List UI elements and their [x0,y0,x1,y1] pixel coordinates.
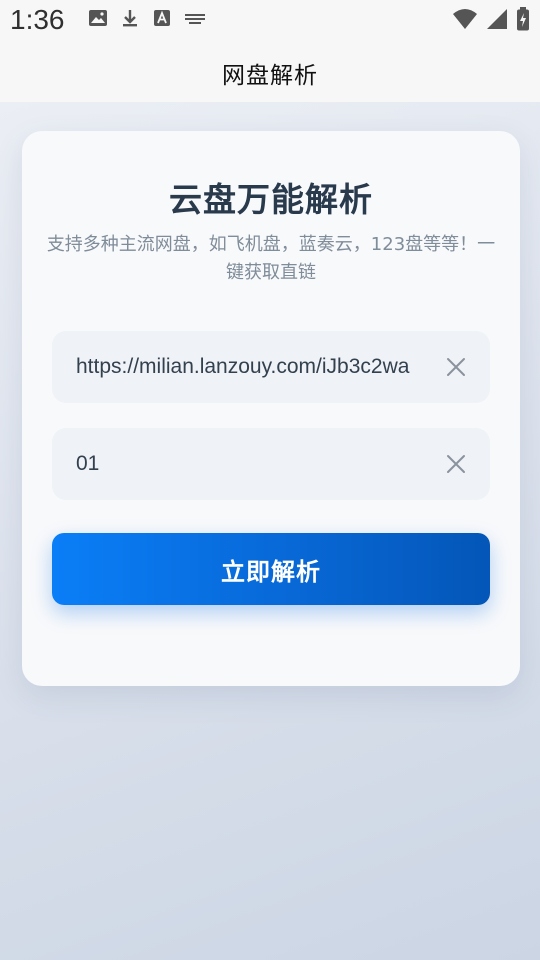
wifi-icon [453,9,477,29]
font-icon [154,10,170,26]
status-bar: 1:36 [0,0,540,44]
download-icon [123,10,137,27]
url-input[interactable]: https://milian.lanzouy.com/iJb3c2wa [76,331,430,403]
code-input[interactable]: 01 [76,428,430,500]
code-field[interactable]: 01 [52,428,490,500]
battery-charging-icon [517,7,529,31]
url-field[interactable]: https://milian.lanzouy.com/iJb3c2wa [52,331,490,403]
card-subtitle: 支持多种主流网盘，如飞机盘，蓝奏云，123盘等等！一键获取直链 [46,234,496,283]
parse-button-label: 立即解析 [221,557,321,586]
status-notification-icons [88,8,206,28]
image-icon [89,10,107,26]
status-time: 1:36 [10,4,65,35]
signal-icon [487,9,507,29]
app-bar: 网盘解析 [0,44,540,102]
parse-card: 云盘万能解析 支持多种主流网盘，如飞机盘，蓝奏云，123盘等等！一键获取直链 h… [22,131,520,686]
clear-url-icon[interactable] [444,355,468,379]
card-title: 云盘万能解析 [169,180,373,219]
app-title: 网盘解析 [222,63,318,89]
status-system-icons [452,7,530,31]
parse-button[interactable]: 立即解析 [52,533,490,605]
clear-code-icon[interactable] [444,452,468,476]
keyboard-icon [185,14,205,24]
